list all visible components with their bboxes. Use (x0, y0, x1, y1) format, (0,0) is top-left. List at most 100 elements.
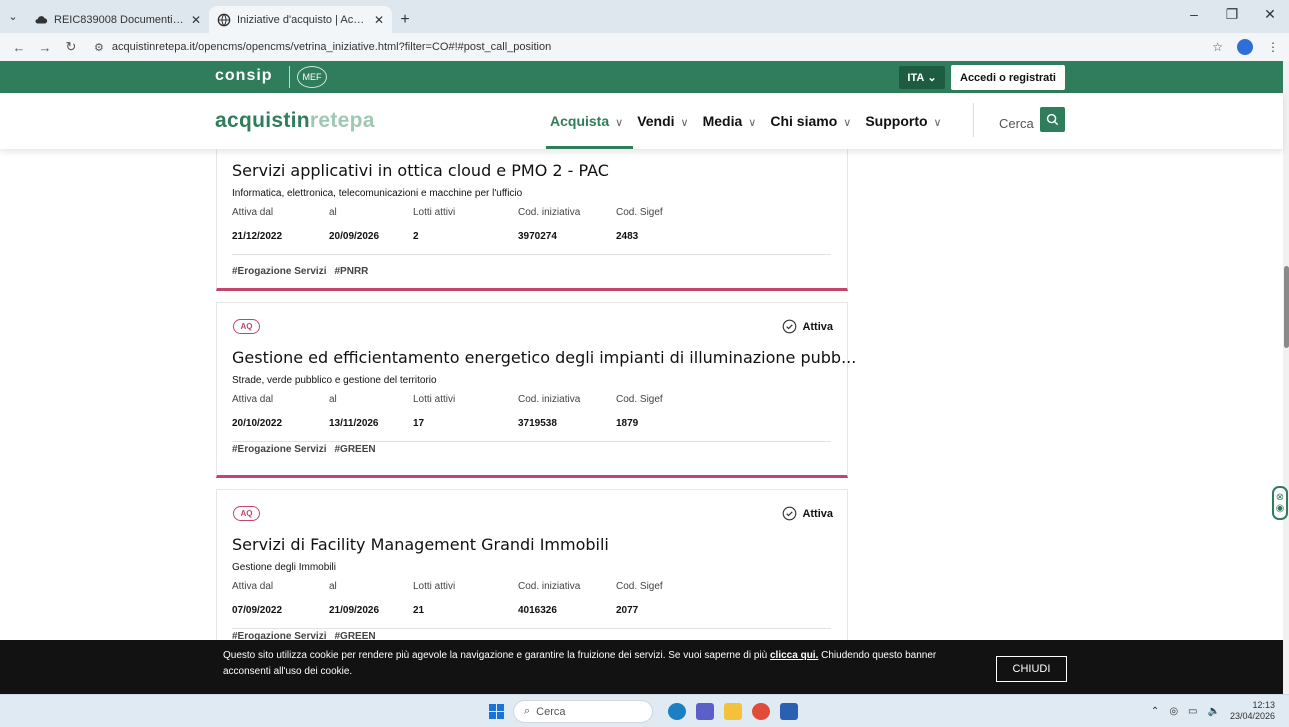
profile-avatar[interactable] (1237, 39, 1253, 55)
bookmark-star-icon[interactable]: ☆ (1212, 40, 1223, 54)
chrome-icon[interactable] (752, 703, 770, 720)
back-arrow-icon[interactable]: ← (10, 40, 28, 55)
url-field[interactable]: ⚙ acquistinretepa.it/opencms/opencms/vet… (88, 36, 1202, 58)
initiative-card[interactable]: Servizi applicativi in ottica cloud e PM… (216, 149, 848, 291)
detail-value: 1879 (616, 418, 639, 429)
browser-menu-icon[interactable]: ⋮ (1267, 40, 1279, 54)
window-close-icon[interactable]: ✕ (1251, 0, 1289, 28)
aq-badge: AQ (233, 506, 260, 521)
menu-item-media[interactable]: Media ∨ (703, 113, 757, 129)
file-explorer-icon[interactable] (724, 703, 742, 720)
tab-search-chevron-icon[interactable]: ⌄ (0, 0, 26, 33)
language-select[interactable]: ITA ⌄ (899, 66, 945, 89)
detail-value: 4016326 (518, 605, 557, 616)
tag[interactable]: #Erogazione Servizi (232, 266, 326, 277)
card-title[interactable]: Servizi applicativi in ottica cloud e PM… (232, 161, 609, 180)
site-top-bar: consip MEF ITA ⌄ Accedi o registrati (0, 61, 1283, 93)
globe-icon (217, 13, 231, 26)
tag[interactable]: #Erogazione Servizi (232, 444, 326, 455)
restore-icon[interactable]: ❐ (1213, 0, 1251, 28)
tag[interactable]: #PNRR (334, 266, 368, 277)
system-tray: ⌃ ◎ ▭ 🔈 12:13 23/04/2026 (1151, 700, 1275, 722)
acquistinretepa-logo[interactable]: acquistinretepa (215, 109, 375, 133)
tag[interactable]: #Erogazione Servizi (232, 631, 326, 640)
accessibility-icon[interactable]: ◉ (1276, 503, 1285, 514)
menu-item-vendi[interactable]: Vendi ∨ (637, 113, 688, 129)
reload-icon[interactable]: ↻ (62, 39, 80, 55)
browser-tab-strip: ⌄ REIC839008 Documenti per far... ✕ Iniz… (0, 0, 1289, 33)
card-details: Attiva dal 07/09/2022 al 21/09/2026 Lotti … (232, 581, 831, 629)
initiative-card[interactable]: AQ Attiva Gestione ed efficientamento en… (216, 302, 856, 478)
logo-part: acquistin (215, 109, 310, 132)
volume-icon[interactable]: 🔈 (1208, 706, 1220, 717)
chevron-down-icon: ∨ (748, 117, 757, 129)
tag[interactable]: #GREEN (334, 631, 375, 640)
header-divider (973, 103, 974, 137)
screen: ⌄ REIC839008 Documenti per far... ✕ Iniz… (0, 0, 1289, 727)
taskbar-search-label: Cerca (536, 705, 566, 718)
teams-icon[interactable] (696, 703, 714, 720)
status-badge: Attiva (782, 319, 833, 334)
detail-label: Cod. Sigef (616, 207, 663, 218)
network-icon[interactable]: ◎ (1169, 706, 1178, 717)
language-label: ITA (907, 71, 925, 84)
detail-value: 2077 (616, 605, 639, 616)
detail-value: 3719538 (518, 418, 557, 429)
new-tab-plus-icon[interactable]: + (392, 6, 418, 33)
menu-item-supporto[interactable]: Supporto ∨ (865, 113, 941, 129)
tag[interactable]: #GREEN (334, 444, 375, 455)
search-icon (1046, 113, 1059, 126)
detail-attiva-dal: Attiva dal 21/12/2022 (232, 207, 282, 242)
detail-label: Lotti attivi (413, 207, 456, 218)
menu-item-chi-siamo[interactable]: Chi siamo ∨ (770, 113, 851, 129)
minimize-icon[interactable]: – (1175, 0, 1213, 28)
search-label[interactable]: Cerca (999, 116, 1034, 131)
taskbar-search[interactable]: ⌕ Cerca (513, 700, 653, 723)
detail-label: Lotti attivi (413, 394, 456, 405)
initiatives-list: Servizi applicativi in ottica cloud e PM… (0, 149, 1283, 640)
forward-arrow-icon[interactable]: → (36, 40, 54, 55)
check-circle-icon (783, 506, 797, 521)
menu-item-acquista[interactable]: Acquista ∨ (546, 113, 634, 149)
cookie-info-link[interactable]: clicca qui. (770, 650, 818, 661)
scrollbar-thumb[interactable] (1284, 266, 1289, 348)
close-tab-icon[interactable]: ✕ (374, 13, 384, 27)
status-badge: Attiva (782, 506, 833, 521)
page-scrollbar[interactable] (1283, 61, 1289, 694)
mef-logo[interactable]: MEF (297, 66, 327, 88)
browser-tab-0[interactable]: REIC839008 Documenti per far... ✕ (26, 6, 209, 33)
cookie-banner: Questo sito utilizza cookie per rendere … (0, 640, 1283, 694)
detail-label: al (329, 207, 337, 218)
accessibility-widget[interactable]: ⊗ ◉ (1272, 486, 1288, 520)
cloud-icon (35, 15, 48, 23)
detail-attiva-dal: Attiva dal 07/09/2022 (232, 581, 282, 616)
edge-browser-icon[interactable] (668, 703, 686, 720)
check-circle-icon (783, 319, 797, 334)
close-icon[interactable]: ⊗ (1276, 492, 1284, 503)
taskbar-clock[interactable]: 12:13 23/04/2026 (1230, 700, 1275, 722)
detail-value: 21 (413, 605, 425, 616)
logo-part: rete (309, 109, 350, 132)
browser-tab-1[interactable]: Iniziative d'acquisto | Acquisti in... ✕ (209, 6, 392, 33)
windows-start-icon[interactable] (489, 704, 504, 719)
clock-time: 12:13 (1252, 700, 1275, 710)
chevron-down-icon: ∨ (615, 117, 624, 129)
cookie-close-button[interactable]: CHIUDI (996, 656, 1067, 682)
display-icon[interactable]: ▭ (1188, 706, 1197, 717)
detail-value: 2483 (616, 231, 639, 242)
initiative-card[interactable]: AQ Attiva Servizi di Facility Management… (216, 489, 848, 640)
card-title[interactable]: Servizi di Facility Management Grandi Im… (232, 535, 609, 554)
detail-value: 13/11/2026 (329, 418, 379, 429)
card-category: Strade, verde pubblico e gestione del te… (232, 375, 437, 386)
close-tab-icon[interactable]: ✕ (191, 13, 201, 27)
consip-logo[interactable]: consip (215, 67, 273, 85)
card-title[interactable]: Gestione ed efficientamento energetico d… (232, 348, 856, 367)
detail-label: Attiva dal (232, 581, 274, 592)
site-settings-icon[interactable]: ⚙ (94, 41, 104, 54)
search-button[interactable] (1040, 107, 1065, 132)
menu-item-label: Acquista (550, 113, 610, 129)
detail-lotti: Lotti attivi 2 (413, 207, 455, 242)
login-button[interactable]: Accedi o registrati (951, 65, 1065, 90)
tray-chevron-up-icon[interactable]: ⌃ (1151, 706, 1159, 717)
word-icon[interactable] (780, 703, 798, 720)
